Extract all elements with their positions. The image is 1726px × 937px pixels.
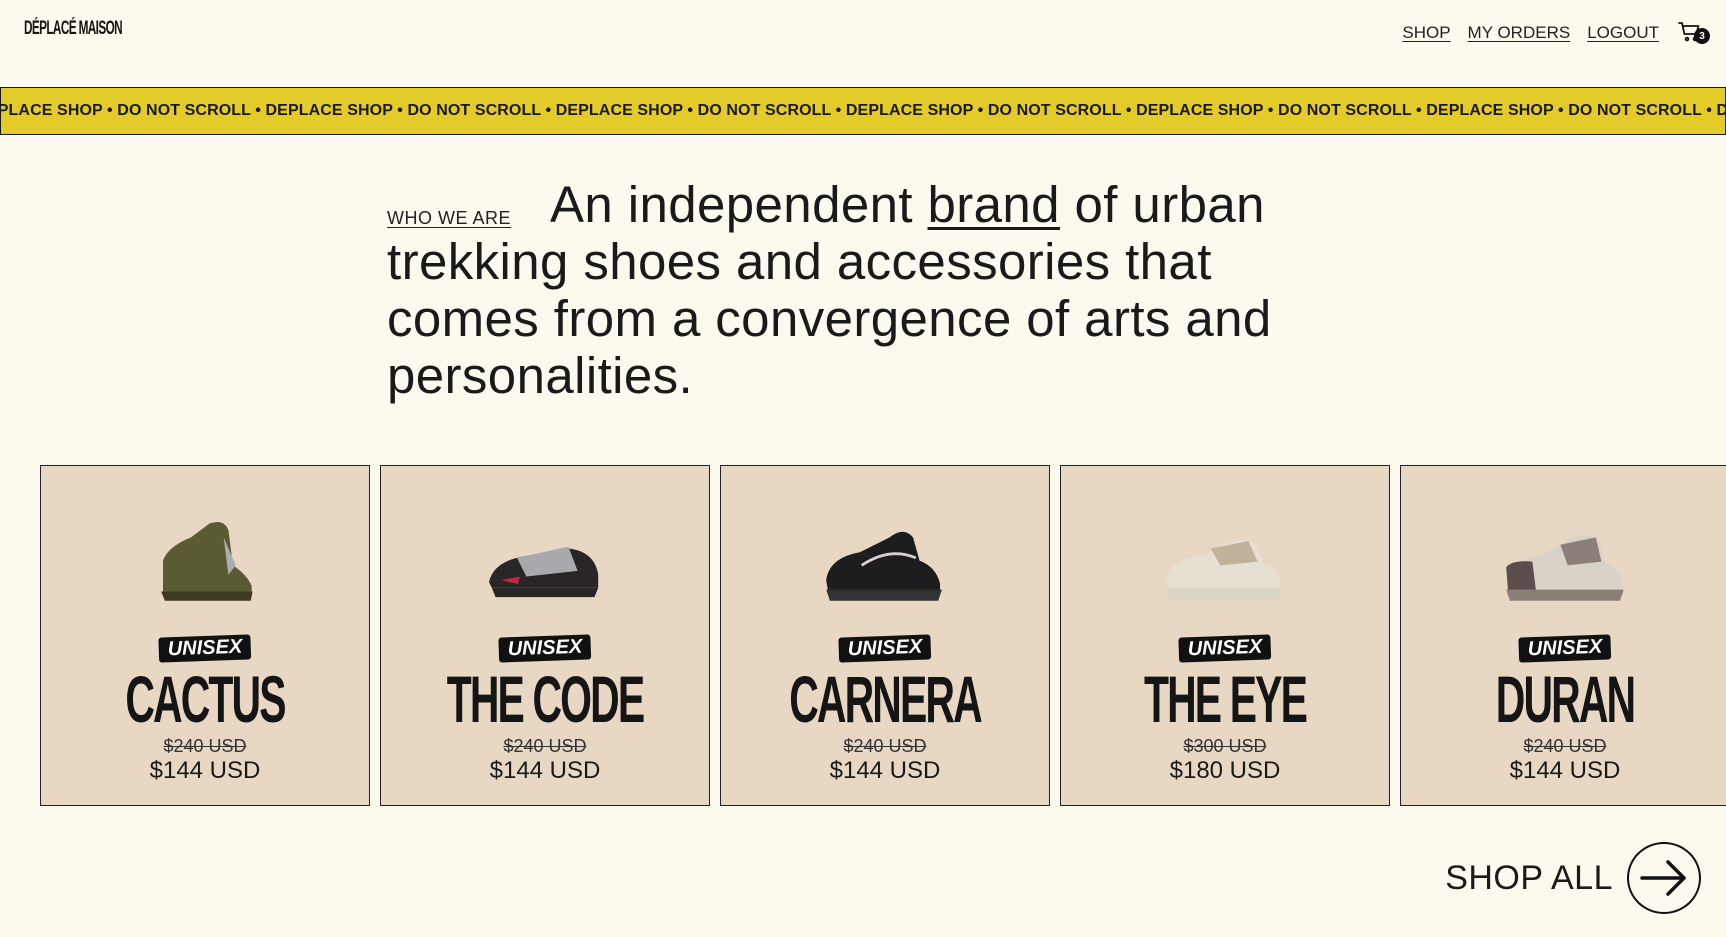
shoe-image — [1166, 539, 1282, 601]
intro-text-before: An independent — [550, 176, 928, 233]
top-nav: SHOP MY ORDERS LOGOUT 3 — [1402, 20, 1710, 46]
marquee-banner: EPLACE SHOP • DO NOT SCROLL • DEPLACE SH… — [0, 87, 1726, 135]
shoe-image — [1506, 534, 1624, 601]
shop-all-button[interactable]: SHOP ALL — [1445, 842, 1701, 914]
brand-link[interactable]: brand — [928, 176, 1060, 233]
sale-price: $144 USD — [149, 757, 261, 784]
sale-price: $180 USD — [1169, 757, 1281, 784]
product-name: CARNERA — [789, 662, 982, 736]
gender-tag: UNISEX — [158, 634, 252, 663]
gender-tag: UNISEX — [838, 634, 932, 663]
product-card[interactable]: UNISEX CARNERA $240 USD $144 USD — [720, 465, 1050, 806]
product-card[interactable]: UNISEX THE EYE $300 USD $180 USD — [1060, 465, 1390, 806]
shoe-image — [826, 531, 942, 601]
marquee-text: EPLACE SHOP • DO NOT SCROLL • DEPLACE SH… — [0, 102, 1726, 119]
arrow-right-icon — [1627, 842, 1701, 914]
original-price: $240 USD — [843, 736, 927, 756]
nav-my-orders-link[interactable]: MY ORDERS — [1468, 23, 1571, 43]
sale-price: $144 USD — [1509, 757, 1621, 784]
product-card[interactable]: UNISEX THE CODE $240 USD $144 USD — [380, 465, 710, 806]
product-card[interactable]: UNISEX DURAN $240 USD $144 USD — [1400, 465, 1726, 806]
gender-tag: UNISEX — [1178, 634, 1272, 663]
original-price: $300 USD — [1183, 736, 1267, 756]
who-we-are-link[interactable]: WHO WE ARE — [387, 208, 511, 229]
who-we-are-section: WHO WE ARE An independent brand of urban… — [387, 176, 1307, 404]
product-name: THE EYE — [1143, 662, 1308, 736]
shop-all-label: SHOP ALL — [1445, 858, 1613, 897]
nav-logout-link[interactable]: LOGOUT — [1587, 23, 1659, 43]
original-price: $240 USD — [1523, 736, 1607, 756]
original-price: $240 USD — [163, 736, 247, 756]
sale-price: $144 USD — [829, 757, 941, 784]
product-grid: UNISEX CACTUS $240 USD $144 USD UNISEX T… — [40, 465, 1726, 806]
sale-price: $144 USD — [489, 757, 601, 784]
page: DÉPLACÉ MAISON SHOP MY ORDERS LOGOUT 3 E… — [0, 0, 1726, 937]
cart-count-badge: 3 — [1694, 28, 1710, 44]
original-price: $240 USD — [503, 736, 587, 756]
cart-button[interactable]: 3 — [1678, 20, 1710, 46]
shoe-image — [489, 546, 599, 598]
product-name: THE CODE — [446, 662, 645, 736]
intro-statement: An independent brand of urban trekking s… — [387, 176, 1307, 404]
product-name: DURAN — [1495, 662, 1636, 736]
gender-tag: UNISEX — [1518, 634, 1612, 663]
product-card[interactable]: UNISEX CACTUS $240 USD $144 USD — [40, 465, 370, 806]
brand-logo[interactable]: DÉPLACÉ MAISON — [24, 18, 123, 40]
gender-tag: UNISEX — [498, 634, 592, 663]
shoe-image — [161, 521, 253, 601]
nav-shop-link[interactable]: SHOP — [1402, 23, 1450, 43]
product-name: CACTUS — [125, 662, 286, 736]
